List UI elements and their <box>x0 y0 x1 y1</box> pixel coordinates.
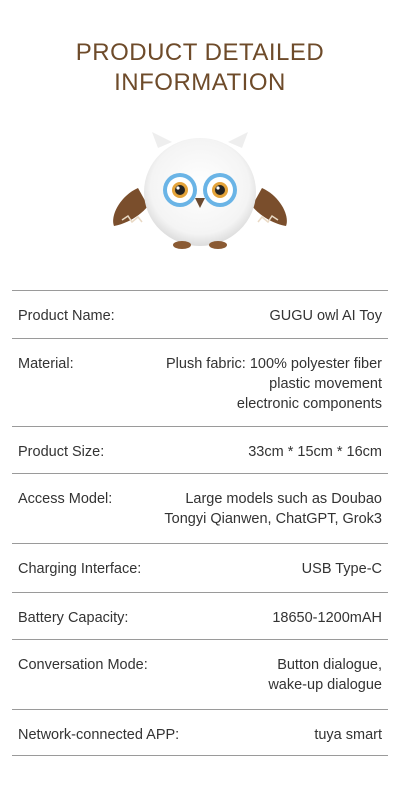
spec-value-line: tuya smart <box>314 727 382 743</box>
spec-value: Plush fabric: 100% polyester fiber plasti… <box>166 354 382 414</box>
page-title: PRODUCT DETAILED INFORMATION <box>0 38 400 98</box>
spec-value-line: Tongyi Qianwen, ChatGPT, Grok3 <box>164 511 382 527</box>
spec-row: Product Size: 33cm * 15cm * 16cm <box>12 427 388 474</box>
spec-row: Material: Plush fabric: 100% polyester fi… <box>12 339 388 427</box>
spec-value-line: GUGU owl AI Toy <box>269 308 382 324</box>
spec-row: Charging Interface: USB Type-C <box>12 544 388 593</box>
spec-row: Battery Capacity: 18650-1200mAH <box>12 593 388 640</box>
spec-value: 18650-1200mAH <box>272 608 382 628</box>
spec-row: Access Model: Large models such as Doubao… <box>12 474 388 544</box>
spec-value-line: 18650-1200mAH <box>272 610 382 626</box>
spec-value: 33cm * 15cm * 16cm <box>248 442 382 462</box>
spec-value-line: electronic components <box>236 396 382 412</box>
spec-value-line: plastic movement <box>269 376 382 392</box>
spec-value-line: USB Type-C <box>301 561 382 577</box>
spec-value: tuya smart <box>314 725 382 745</box>
spec-row: Product Name: GUGU owl AI Toy <box>12 290 388 339</box>
spec-value-line: wake-up dialogue <box>268 677 382 693</box>
owl-plush-toy-image <box>113 132 287 249</box>
title-line-2: INFORMATION <box>114 69 286 96</box>
title-line-1: PRODUCT DETAILED <box>75 39 325 66</box>
spec-value-line: Large models such as Doubao <box>185 491 382 507</box>
spec-row: Network-connected APP: tuya smart <box>12 710 388 756</box>
spec-label: Charging Interface: <box>18 561 142 577</box>
spec-table: Product Name: GUGU owl AI Toy Material: Plu… <box>12 290 388 756</box>
spec-value-line: Plush fabric: 100% polyester fiber <box>166 356 382 372</box>
spec-value-line: 33cm * 15cm * 16cm <box>248 444 382 460</box>
spec-value: Large models such as Doubao Tongyi Qianwe… <box>164 489 382 529</box>
spec-value: Button dialogue, wake-up dialogue <box>268 655 382 695</box>
spec-label: Product Name: <box>18 308 115 324</box>
spec-label: Battery Capacity: <box>18 610 129 626</box>
spec-label: Conversation Mode: <box>18 657 148 673</box>
spec-label: Network-connected APP: <box>18 727 180 743</box>
spec-value: GUGU owl AI Toy <box>269 306 382 326</box>
spec-label: Product Size: <box>18 444 105 460</box>
spec-label: Material: <box>18 356 74 372</box>
spec-value: USB Type-C <box>302 559 382 579</box>
spec-label: Access Model: <box>18 491 113 507</box>
spec-value-line: Button dialogue, <box>277 657 382 673</box>
spec-row: Conversation Mode: Button dialogue, wake-u… <box>12 640 388 710</box>
